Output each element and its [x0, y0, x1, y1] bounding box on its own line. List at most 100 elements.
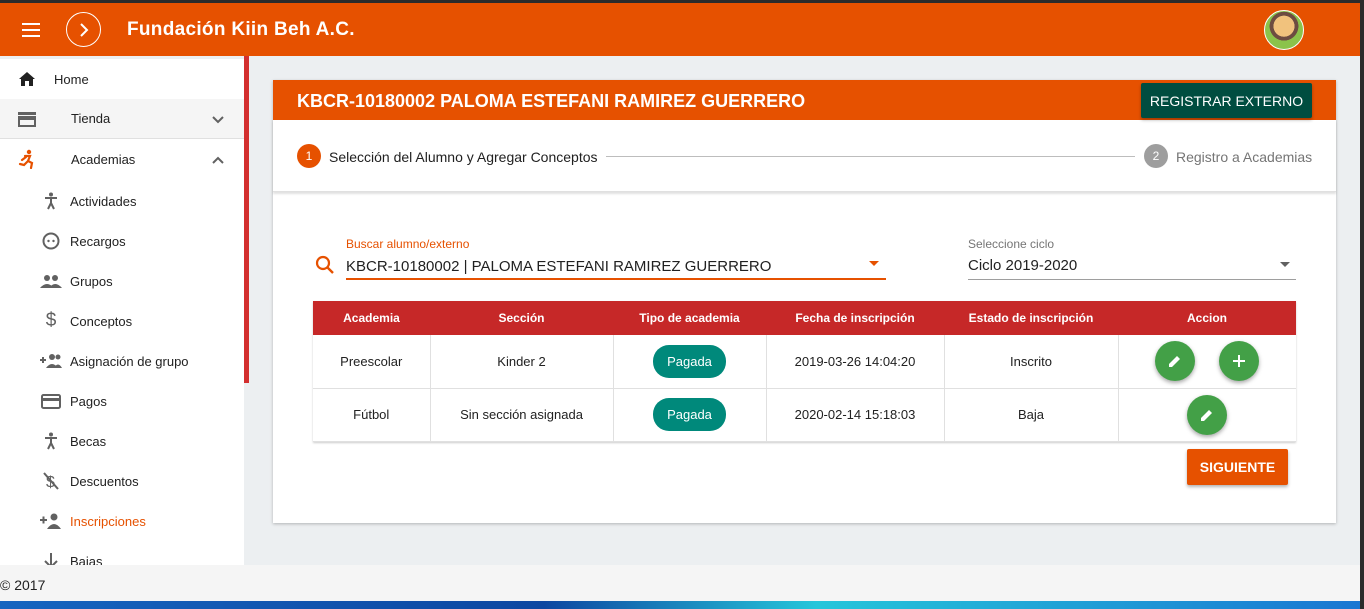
sidebar-item-home[interactable]: Home	[0, 59, 244, 99]
sidebar-item-label: Bajas	[70, 553, 103, 566]
sidebar-item-inscripciones[interactable]: Inscripciones	[0, 501, 244, 541]
status-badge: Pagada	[653, 398, 726, 431]
sidebar-item-label: Becas	[70, 433, 107, 449]
footer: © 2017	[0, 565, 1360, 601]
top-app-bar: Fundación Kiin Beh A.C.	[0, 0, 1360, 56]
sidebar-item-becas[interactable]: Becas	[0, 421, 244, 461]
group-add-icon	[40, 350, 62, 372]
cell-fecha: 2020-02-14 15:18:03	[766, 388, 945, 442]
sidebar-item-label: Home	[54, 71, 89, 87]
sidebar-item-label: Tienda	[71, 111, 111, 126]
copyright-text: © 2017	[0, 577, 46, 593]
face-icon	[40, 230, 62, 252]
sidebar-item-descuentos[interactable]: $ Descuentos	[0, 461, 244, 501]
step-connector	[606, 156, 1135, 157]
home-icon	[16, 68, 38, 90]
sidebar-item-label: Descuentos	[70, 473, 139, 489]
cell-academia: Fútbol	[313, 388, 431, 442]
cell-actions	[1118, 388, 1296, 442]
sidebar-item-grupos[interactable]: Grupos	[0, 261, 244, 301]
money-off-icon: $	[40, 470, 62, 492]
arrow-down-icon	[40, 550, 62, 565]
sidebar-item-asignacion-de-grupo[interactable]: Asignación de grupo	[0, 341, 244, 381]
cell-tipo: Pagada	[613, 388, 767, 442]
cell-seccion: Sin sección asignada	[430, 388, 614, 442]
people-icon	[40, 270, 62, 292]
column-header[interactable]: Academia	[313, 301, 430, 335]
chevron-up-icon	[212, 151, 224, 167]
cell-fecha: 2019-03-26 14:04:20	[766, 335, 945, 389]
store-icon	[16, 108, 38, 130]
column-header[interactable]: Tipo de academia	[613, 301, 766, 335]
run-icon	[16, 148, 38, 170]
add-button[interactable]	[1219, 341, 1260, 382]
table-row: Preescolar Kinder 2 Pagada 2019-03-26 14…	[313, 335, 1296, 389]
avatar[interactable]	[1264, 10, 1304, 50]
sidebar-scrollbar[interactable]	[244, 56, 249, 383]
step-2-number[interactable]: 2	[1144, 144, 1168, 168]
cell-tipo: Pagada	[613, 335, 767, 389]
dropdown-arrow-icon[interactable]	[869, 261, 879, 266]
column-header: Accion	[1118, 301, 1296, 335]
edit-button[interactable]	[1155, 341, 1196, 382]
cycle-label: Seleccione ciclo	[968, 237, 1055, 251]
edit-button[interactable]	[1187, 394, 1228, 435]
column-header[interactable]: Sección	[430, 301, 613, 335]
status-badge: Pagada	[653, 344, 726, 378]
card-header: KBCR-10180002 PALOMA ESTEFANI RAMIREZ GU…	[273, 80, 1336, 120]
column-header[interactable]: Fecha de inscripción	[766, 301, 944, 335]
cell-seccion: Kinder 2	[430, 335, 614, 389]
step-1-label[interactable]: Selección del Alumno y Agregar Conceptos	[329, 149, 598, 165]
sidebar-item-conceptos[interactable]: $ Conceptos	[0, 301, 244, 341]
chevron-down-icon	[212, 111, 224, 127]
desktop-taskbar-strip	[0, 601, 1360, 609]
cycle-value: Ciclo 2019-2020	[968, 257, 1078, 274]
dropdown-arrow-icon	[1280, 262, 1290, 267]
person-add-icon	[40, 510, 62, 532]
sidebar: Home Tienda Academias Actividades Recarg…	[0, 59, 244, 565]
cell-actions	[1118, 335, 1296, 389]
pencil-icon	[1169, 356, 1181, 368]
chevron-right-icon[interactable]	[66, 12, 101, 47]
sidebar-item-recargos[interactable]: Recargos	[0, 221, 244, 261]
accessibility-icon	[40, 430, 62, 452]
next-button[interactable]: SIGUIENTE	[1187, 449, 1288, 485]
sidebar-item-pagos[interactable]: Pagos	[0, 381, 244, 421]
table-header-row: Academia Sección Tipo de academia Fecha …	[313, 301, 1296, 335]
step-1-number[interactable]: 1	[297, 144, 321, 168]
app-title: Fundación Kiin Beh A.C.	[127, 19, 355, 40]
search-input[interactable]	[346, 254, 886, 280]
sidebar-item-academias[interactable]: Academias	[0, 139, 244, 179]
search-icon	[315, 255, 335, 275]
credit-card-icon	[40, 390, 62, 412]
dollar-icon: $	[45, 310, 57, 331]
enrollments-table: Academia Sección Tipo de academia Fecha …	[313, 301, 1296, 442]
inscription-card: KBCR-10180002 PALOMA ESTEFANI RAMIREZ GU…	[273, 80, 1336, 523]
page-title: KBCR-10180002 PALOMA ESTEFANI RAMIREZ GU…	[297, 91, 806, 111]
stepper: 1 Selección del Alumno y Agregar Concept…	[273, 120, 1336, 192]
search-label: Buscar alumno/externo	[346, 237, 470, 251]
cell-academia: Preescolar	[313, 335, 431, 389]
column-header[interactable]: Estado de inscripción	[944, 301, 1118, 335]
accessibility-icon	[40, 190, 62, 212]
sidebar-item-label: Academias	[71, 151, 136, 167]
sidebar-item-label: Actividades	[70, 193, 137, 209]
step-2-label[interactable]: Registro a Academias	[1176, 149, 1312, 165]
sidebar-item-actividades[interactable]: Actividades	[0, 181, 244, 221]
sidebar-item-label: Recargos	[70, 233, 126, 249]
sidebar-item-label: Asignación de grupo	[70, 353, 189, 369]
menu-icon[interactable]	[22, 17, 48, 43]
sidebar-item-label: Pagos	[70, 393, 107, 409]
sidebar-item-bajas[interactable]: Bajas	[0, 541, 244, 565]
cell-estado: Inscrito	[944, 335, 1119, 389]
sidebar-item-tienda[interactable]: Tienda	[0, 99, 244, 139]
sidebar-item-label: Inscripciones	[70, 513, 146, 529]
window-edge	[1360, 0, 1364, 609]
cycle-select[interactable]: Ciclo 2019-2020	[968, 254, 1296, 280]
sidebar-item-label: Grupos	[70, 273, 113, 289]
pencil-icon	[1201, 409, 1213, 421]
cell-estado: Baja	[944, 388, 1119, 442]
table-row: Fútbol Sin sección asignada Pagada 2020-…	[313, 388, 1296, 442]
plus-icon	[1233, 355, 1246, 368]
register-external-button[interactable]: REGISTRAR EXTERNO	[1141, 83, 1312, 118]
